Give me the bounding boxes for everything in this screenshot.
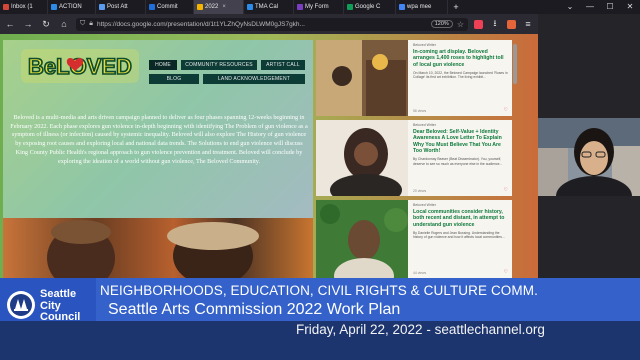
intro-paragraph: Beloved is a multi-media and arts driven… — [10, 114, 308, 165]
nav-blog[interactable]: BLOG — [149, 74, 199, 84]
tab-label: wpa mee — [407, 4, 432, 10]
post-text: Beloved Writer Local communities conside… — [413, 203, 509, 240]
blog-post-card[interactable]: Beloved Writer Dear Beloved: Self-Value … — [316, 120, 512, 196]
plus-icon: + — [453, 2, 459, 12]
download-icon[interactable]: ⭳ — [489, 16, 501, 32]
page-icon — [51, 4, 57, 10]
beloved-logo[interactable]: BeLOVED — [21, 49, 139, 83]
browser-tab[interactable]: My Form — [294, 0, 344, 14]
nav-artist-call[interactable]: ARTIST CALL — [261, 60, 305, 70]
blog-post-card[interactable]: Beloved Writer In-coming art display. Be… — [316, 40, 512, 116]
bookmark-star-icon[interactable]: ☆ — [457, 20, 464, 29]
tab-label: ACTION — [59, 4, 82, 10]
tab-label: Inbox (1 — [11, 4, 33, 10]
tab-label: TMA Cal — [255, 4, 279, 10]
browser-tab-bar: Inbox (1 ACTION Post Att Commit 2022 × T… — [0, 0, 640, 14]
post-title[interactable]: In-coming art display. Beloved arranges … — [413, 49, 509, 68]
calendar-icon — [247, 4, 253, 10]
post-image — [316, 120, 408, 196]
council-line-1: Seattle — [40, 288, 77, 300]
nav-home[interactable]: HOME — [149, 60, 177, 70]
post-text: Beloved Writer Dear Beloved: Self-Value … — [413, 123, 509, 166]
google-icon — [347, 4, 353, 10]
forms-icon — [297, 4, 303, 10]
tab-label: Google C — [355, 4, 381, 10]
council-name: Seattle City Council — [40, 288, 81, 324]
post-title[interactable]: Local communities consider history, both… — [413, 209, 509, 228]
post-title[interactable]: Dear Beloved: Self-Value + Identity Awar… — [413, 129, 509, 154]
post-author: Beloved Writer — [413, 43, 436, 47]
agenda-subject: Seattle Arts Commission 2022 Work Plan — [108, 301, 401, 318]
page-icon — [149, 4, 155, 10]
pocket-icon[interactable] — [474, 19, 483, 29]
tab-label: 2022 — [205, 4, 219, 10]
post-views: 56 views — [413, 109, 427, 113]
beloved-site-panel: BeLOVED HOME COMMUNITY RESOURCES ARTIST … — [3, 40, 313, 278]
close-icon[interactable]: ✕ — [620, 0, 640, 14]
council-line-3: Council — [40, 311, 81, 323]
tab-label: Post Att — [107, 4, 128, 10]
tab-label: My Form — [305, 4, 329, 10]
reload-icon[interactable]: ↻ — [40, 19, 52, 30]
post-author: Beloved Writer — [413, 203, 436, 207]
minimize-icon[interactable]: — — [580, 0, 600, 14]
browser-tab[interactable]: wpa mee — [396, 0, 448, 14]
browser-tab[interactable]: TMA Cal — [244, 0, 294, 14]
zoom-level[interactable]: 120% — [430, 20, 453, 28]
post-author: Beloved Writer — [413, 123, 436, 127]
seattle-city-council-logo: Seattle City Council — [0, 282, 96, 356]
nav-community-resources[interactable]: COMMUNITY RESOURCES — [181, 60, 257, 70]
shield-icon[interactable]: ⛉ — [80, 20, 85, 28]
home-icon[interactable]: ⌂ — [58, 19, 70, 29]
hero-photo — [3, 218, 313, 278]
heart-icon[interactable]: ♡ — [504, 187, 508, 193]
post-excerpt: On March 10, 2022, the Beloved Campaign … — [413, 70, 508, 80]
browser-tab[interactable]: Inbox (1 — [0, 0, 48, 14]
post-image — [316, 200, 408, 278]
committee-title: NEIGHBORHOODS, EDUCATION, CIVIL RIGHTS &… — [100, 283, 538, 298]
city-seal-icon — [7, 291, 35, 319]
chevron-down-icon[interactable]: ⌄ — [560, 0, 580, 14]
heart-icon[interactable]: ♡ — [504, 107, 508, 113]
extension-icon[interactable] — [507, 19, 516, 29]
post-views: 20 views — [413, 189, 427, 193]
browser-tab-active[interactable]: 2022 × — [194, 0, 244, 14]
url-text[interactable]: https://docs.google.com/presentation/d/1… — [97, 21, 427, 28]
browser-toolbar: ← → ↻ ⌂ ⛉ 🔒︎ https://docs.google.com/pre… — [0, 14, 538, 34]
blog-feed: Beloved Writer In-coming art display. Be… — [316, 40, 512, 278]
post-views: 44 views — [413, 271, 427, 275]
back-icon[interactable]: ← — [4, 19, 16, 29]
address-bar[interactable]: ⛉ 🔒︎ https://docs.google.com/presentatio… — [76, 17, 468, 31]
browser-tab[interactable]: ACTION — [48, 0, 96, 14]
heart-icon[interactable]: ♡ — [504, 269, 508, 275]
forward-icon[interactable]: → — [22, 19, 34, 29]
browser-tab[interactable]: Google C — [344, 0, 396, 14]
new-tab-button[interactable]: + — [448, 0, 464, 14]
gmail-icon — [3, 4, 9, 10]
google-icon — [399, 4, 405, 10]
slides-icon — [197, 4, 203, 10]
blog-post-card[interactable]: Beloved Writer Local communities conside… — [316, 200, 512, 278]
window-controls: ⌄ — ☐ ✕ — [560, 0, 640, 14]
participant-video — [538, 118, 640, 196]
post-text: Beloved Writer In-coming art display. Be… — [413, 43, 509, 80]
close-tab-icon[interactable]: × — [222, 4, 226, 10]
browser-tab[interactable]: Commit — [146, 0, 194, 14]
tab-label: Commit — [157, 4, 178, 10]
menu-icon[interactable]: ≡ — [522, 19, 534, 29]
post-excerpt: By Danielle Rogers and Jean Bussing. Und… — [413, 230, 505, 240]
page-scrollbar[interactable] — [512, 40, 518, 278]
browser-tab[interactable]: Post Att — [96, 0, 146, 14]
maximize-icon[interactable]: ☐ — [600, 0, 620, 14]
nav-land-acknowledgement[interactable]: LAND ACKNOWLEDGEMENT — [203, 74, 305, 84]
screen: Inbox (1 ACTION Post Att Commit 2022 × T… — [0, 0, 640, 360]
page-icon — [99, 4, 105, 10]
post-image — [316, 40, 408, 116]
webpage-viewport: BeLOVED HOME COMMUNITY RESOURCES ARTIST … — [0, 34, 538, 278]
scrollbar-thumb[interactable] — [513, 44, 517, 84]
post-excerpt: By Chardonnay Beaver (Beat Disseminator)… — [413, 157, 503, 166]
broadcast-dateline: Friday, April 22, 2022 - seattlechannel.… — [296, 322, 545, 337]
lock-icon[interactable]: 🔒︎ — [89, 20, 93, 28]
